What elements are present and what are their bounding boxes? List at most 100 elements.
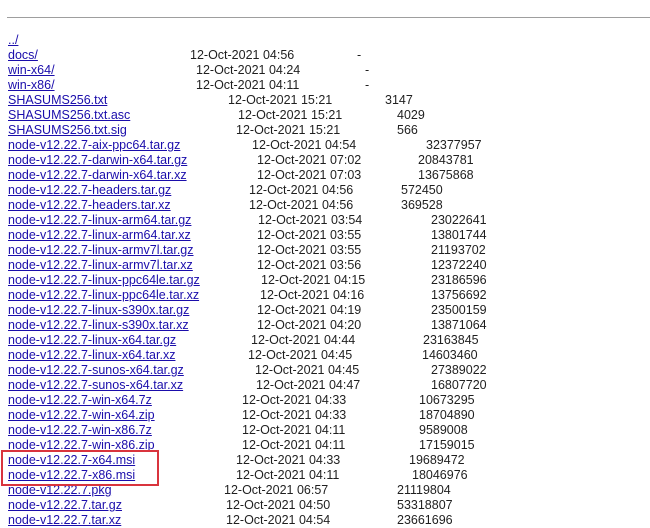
file-link[interactable]: node-v12.22.7-linux-ppc64le.tar.xz — [8, 288, 199, 303]
file-modified-date: 12-Oct-2021 04:44 — [251, 333, 356, 347]
file-modified-date: 12-Oct-2021 04:33 — [242, 408, 347, 422]
file-link[interactable]: win-x64/ — [8, 63, 55, 78]
file-link[interactable]: node-v12.22.7-win-x64.7z — [8, 393, 152, 408]
file-size: 23163845 — [423, 333, 479, 347]
file-size: 21193702 — [431, 243, 486, 257]
listing-row: node-v12.22.7-sunos-x64.tar.gz 12-Oct-202… — [0, 363, 650, 378]
file-size: 21119804 — [397, 483, 451, 497]
file-modified-date: 12-Oct-2021 04:50 — [226, 498, 331, 512]
listing-row: SHASUMS256.txt.sig 12-Oct-2021 15:21 566 — [0, 123, 650, 138]
file-modified-date: 12-Oct-2021 15:21 — [228, 93, 333, 107]
file-modified-date: 12-Oct-2021 04:11 — [242, 438, 346, 452]
file-size: - — [357, 48, 362, 62]
listing-row: node-v12.22.7-linux-x64.tar.gz 12-Oct-202… — [0, 333, 650, 348]
listing-row: node-v12.22.7-linux-ppc64le.tar.gz 12-Oct… — [0, 273, 650, 288]
file-size: 23186596 — [431, 273, 487, 287]
file-size: 18046976 — [412, 468, 468, 482]
file-size: 23022641 — [431, 213, 487, 227]
file-link[interactable]: SHASUMS256.txt.sig — [8, 123, 127, 138]
file-link[interactable]: node-v12.22.7-linux-ppc64le.tar.gz — [8, 273, 200, 288]
file-size: 13871064 — [431, 318, 487, 332]
listing-row: node-v12.22.7-x64.msi 12-Oct-2021 04:33 19… — [0, 453, 650, 468]
file-link[interactable]: node-v12.22.7-linux-armv7l.tar.xz — [8, 258, 193, 273]
file-modified-date: 12-Oct-2021 04:54 — [252, 138, 357, 152]
header-divider — [7, 17, 650, 18]
file-modified-date: 12-Oct-2021 04:11 — [196, 78, 300, 92]
file-modified-date: 12-Oct-2021 04:56 — [249, 198, 354, 212]
file-link[interactable]: node-v12.22.7.pkg — [8, 483, 112, 498]
file-link[interactable]: node-v12.22.7-win-x64.zip — [8, 408, 155, 423]
listing-row: node-v12.22.7-linux-x64.tar.xz 12-Oct-202… — [0, 348, 650, 363]
file-link[interactable]: node-v12.22.7-linux-x64.tar.gz — [8, 333, 176, 348]
file-link[interactable]: node-v12.22.7.tar.xz — [8, 513, 121, 528]
file-size: 16807720 — [431, 378, 487, 392]
file-link[interactable]: node-v12.22.7-sunos-x64.tar.gz — [8, 363, 184, 378]
file-modified-date: 12-Oct-2021 03:56 — [257, 258, 362, 272]
file-modified-date: 12-Oct-2021 04:45 — [248, 348, 353, 362]
file-size: 13675868 — [418, 168, 474, 182]
listing-row: node-v12.22.7-linux-ppc64le.tar.xz 12-Oct… — [0, 288, 650, 303]
listing-row: node-v12.22.7-linux-armv7l.tar.xz 12-Oct-… — [0, 258, 650, 273]
file-link[interactable]: node-v12.22.7-x64.msi — [8, 453, 135, 468]
listing-row: node-v12.22.7-linux-s390x.tar.xz 12-Oct-2… — [0, 318, 650, 333]
file-size: 23661696 — [397, 513, 453, 527]
file-link[interactable]: node-v12.22.7-linux-arm64.tar.gz — [8, 213, 191, 228]
file-modified-date: 12-Oct-2021 15:21 — [236, 123, 341, 137]
file-link[interactable]: node-v12.22.7-darwin-x64.tar.gz — [8, 153, 187, 168]
file-size: 3147 — [385, 93, 413, 107]
file-modified-date: 12-Oct-2021 04:11 — [242, 423, 346, 437]
file-size: 20843781 — [418, 153, 474, 167]
listing-row-parent: ../ — [0, 33, 650, 48]
file-size: 566 — [397, 123, 418, 137]
file-size: 18704890 — [419, 408, 475, 422]
file-size: - — [365, 78, 370, 92]
listing-row: node-v12.22.7-darwin-x64.tar.xz 12-Oct-20… — [0, 168, 650, 183]
file-size: 23500159 — [431, 303, 487, 317]
listing-row: node-v12.22.7-aix-ppc64.tar.gz 12-Oct-202… — [0, 138, 650, 153]
file-link[interactable]: SHASUMS256.txt — [8, 93, 107, 108]
file-link[interactable]: node-v12.22.7-linux-x64.tar.xz — [8, 348, 175, 363]
file-size: 17159015 — [419, 438, 475, 452]
file-modified-date: 12-Oct-2021 03:55 — [257, 228, 362, 242]
file-link[interactable]: SHASUMS256.txt.asc — [8, 108, 130, 123]
file-link[interactable]: node-v12.22.7-aix-ppc64.tar.gz — [8, 138, 180, 153]
listing-row: node-v12.22.7-linux-arm64.tar.gz 12-Oct-2… — [0, 213, 650, 228]
file-size: 369528 — [401, 198, 443, 212]
file-link[interactable]: node-v12.22.7-linux-arm64.tar.xz — [8, 228, 191, 243]
file-link[interactable]: node-v12.22.7-headers.tar.gz — [8, 183, 171, 198]
file-link[interactable]: node-v12.22.7-linux-armv7l.tar.gz — [8, 243, 194, 258]
parent-directory-link[interactable]: ../ — [8, 33, 18, 48]
listing-row: node-v12.22.7-linux-s390x.tar.gz 12-Oct-2… — [0, 303, 650, 318]
file-size: 27389022 — [431, 363, 487, 377]
file-link[interactable]: node-v12.22.7-linux-s390x.tar.gz — [8, 303, 189, 318]
file-modified-date: 12-Oct-2021 07:03 — [257, 168, 362, 182]
file-modified-date: 12-Oct-2021 04:33 — [242, 393, 347, 407]
file-modified-date: 12-Oct-2021 03:55 — [257, 243, 362, 257]
file-modified-date: 12-Oct-2021 04:56 — [190, 48, 295, 62]
listing-row: node-v12.22.7.pkg 12-Oct-2021 06:57 211198… — [0, 483, 650, 498]
file-size: - — [365, 63, 370, 77]
listing-row: node-v12.22.7-sunos-x64.tar.xz 12-Oct-202… — [0, 378, 650, 393]
file-link[interactable]: docs/ — [8, 48, 38, 63]
listing-row: node-v12.22.7-x86.msi 12-Oct-2021 04:11 18… — [0, 468, 650, 483]
file-link[interactable]: node-v12.22.7.tar.gz — [8, 498, 122, 513]
file-link[interactable]: node-v12.22.7-sunos-x64.tar.xz — [8, 378, 183, 393]
file-size: 572450 — [401, 183, 443, 197]
directory-listing: ../ docs/12-Oct-2021 04:56 - win-x64/12-Oc… — [0, 33, 650, 528]
file-size: 53318807 — [397, 498, 453, 512]
listing-row: node-v12.22.7.tar.gz 12-Oct-2021 04:50 533… — [0, 498, 650, 513]
file-link[interactable]: node-v12.22.7-win-x86.zip — [8, 438, 155, 453]
file-size: 13801744 — [431, 228, 487, 242]
file-link[interactable]: node-v12.22.7-linux-s390x.tar.xz — [8, 318, 189, 333]
listing-row: docs/12-Oct-2021 04:56 - — [0, 48, 650, 63]
listing-row: node-v12.22.7-win-x64.zip 12-Oct-2021 04:… — [0, 408, 650, 423]
listing-row: node-v12.22.7.tar.xz 12-Oct-2021 04:54 236… — [0, 513, 650, 528]
file-modified-date: 12-Oct-2021 15:21 — [238, 108, 343, 122]
file-link[interactable]: node-v12.22.7-headers.tar.xz — [8, 198, 171, 213]
file-link[interactable]: win-x86/ — [8, 78, 55, 93]
file-modified-date: 12-Oct-2021 04:16 — [260, 288, 365, 302]
file-modified-date: 12-Oct-2021 04:19 — [257, 303, 362, 317]
file-link[interactable]: node-v12.22.7-win-x86.7z — [8, 423, 152, 438]
file-link[interactable]: node-v12.22.7-x86.msi — [8, 468, 135, 483]
file-link[interactable]: node-v12.22.7-darwin-x64.tar.xz — [8, 168, 187, 183]
